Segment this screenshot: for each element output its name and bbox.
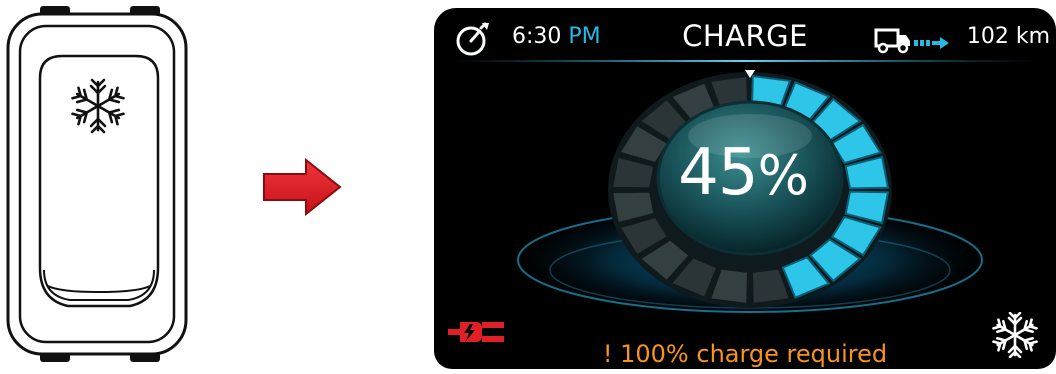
page-title: CHARGE [682,19,808,53]
battery-percent-sign: % [757,144,809,207]
range-readout: 102 km [966,24,1050,49]
snowflake-icon [70,78,126,134]
rocker-switch[interactable] [0,0,200,369]
battery-level: 45% [633,136,853,210]
charge-warning: ! 100% charge required [602,340,888,368]
battery-level-value: 45 [678,136,758,210]
charge-display: 6:30 PM CHARGE 102 km 45% ! 100% charge … [434,8,1056,369]
right-arrow-icon [263,158,342,216]
truck-range-icon [874,28,949,54]
status-bar: 6:30 PM CHARGE 102 km [434,8,1056,58]
